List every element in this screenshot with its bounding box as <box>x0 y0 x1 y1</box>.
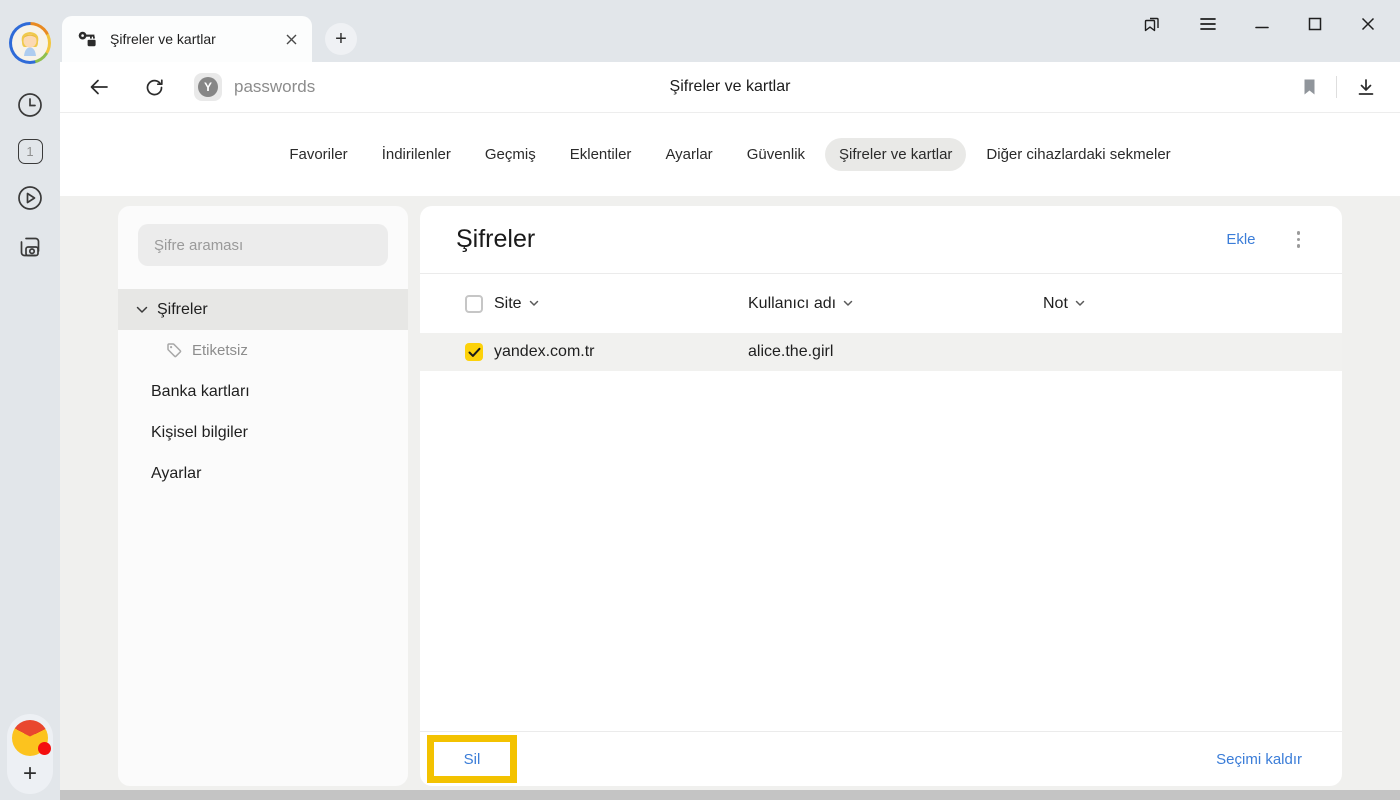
sidebar-item-etiketsiz[interactable]: Etiketsiz <box>118 330 408 371</box>
check-icon <box>468 347 481 358</box>
nav-item-indirilenler[interactable]: İndirilenler <box>368 138 465 171</box>
column-header-site[interactable]: Site <box>494 295 748 313</box>
play-media-icon[interactable] <box>15 183 45 213</box>
toolbar-divider <box>1336 76 1337 98</box>
toolbar-page-title: Şifreler ve kartlar <box>670 78 791 96</box>
sort-chevron-icon <box>843 300 853 307</box>
panel-header: Şifreler Ekle <box>420 206 1342 273</box>
passwords-sidebar: Şifreler Etiketsiz Banka kartları <box>118 206 408 786</box>
yandex-browser-logo-icon[interactable] <box>12 720 48 756</box>
sort-chevron-icon <box>1075 300 1085 307</box>
sidebar-item-label: Ayarlar <box>151 465 201 483</box>
side-rail: 1 + <box>0 0 60 800</box>
avatar-girl-icon <box>15 28 45 58</box>
panels-area: Şifreler Etiketsiz Banka kartları <box>60 196 1400 790</box>
panel-footer: Sil Seçimi kaldır <box>420 732 1342 786</box>
screenshot-camera-icon[interactable] <box>15 232 45 262</box>
rail-add-button[interactable]: + <box>23 762 37 788</box>
nav-item-diger-cihazlar[interactable]: Diğer cihazlardaki sekmeler <box>972 138 1184 171</box>
nav-item-guvenlik[interactable]: Güvenlik <box>733 138 819 171</box>
new-tab-button[interactable]: + <box>325 23 357 55</box>
panel-title: Şifreler <box>456 225 535 254</box>
back-arrow-icon[interactable] <box>88 77 110 97</box>
nav-item-ayarlar[interactable]: Ayarlar <box>651 138 726 171</box>
row-checkbox-checked[interactable] <box>465 343 483 361</box>
table-empty-space <box>420 371 1342 731</box>
history-clock-icon[interactable] <box>15 90 45 120</box>
url-text[interactable]: passwords <box>234 77 315 97</box>
tab-counter-value: 1 <box>26 144 33 159</box>
nav-item-favoriler[interactable]: Favoriler <box>275 138 361 171</box>
delete-button-highlight-annotation: Sil <box>427 735 517 783</box>
sidebar-item-label: Banka kartları <box>151 383 250 401</box>
nav-item-sifreler-ve-kartlar[interactable]: Şifreler ve kartlar <box>825 138 966 171</box>
cell-site: yandex.com.tr <box>494 343 748 361</box>
nav-item-eklentiler[interactable]: Eklentiler <box>556 138 646 171</box>
download-icon[interactable] <box>1356 77 1376 97</box>
column-header-username[interactable]: Kullanıcı adı <box>748 295 1043 313</box>
sidebar-item-banka-kartlari[interactable]: Banka kartları <box>118 371 408 412</box>
cell-username: alice.the.girl <box>748 343 1043 361</box>
reload-icon[interactable] <box>144 77 165 98</box>
menu-hamburger-icon[interactable] <box>1199 16 1217 32</box>
tab-counter-button[interactable]: 1 <box>18 139 43 164</box>
address-toolbar: Y passwords Şifreler ve kartlar <box>60 62 1400 113</box>
more-options-kebab-icon[interactable] <box>1295 229 1303 250</box>
minimize-icon[interactable] <box>1254 16 1270 32</box>
password-search-input[interactable] <box>138 224 388 266</box>
sidebar-item-ayarlar[interactable]: Ayarlar <box>118 453 408 494</box>
main-column: Şifreler ve kartlar + <box>60 0 1400 800</box>
side-panel-bookmarks-icon[interactable] <box>1142 14 1162 34</box>
column-label: Site <box>494 295 522 313</box>
sidebar-menu: Şifreler Etiketsiz Banka kartları <box>118 289 408 494</box>
sidebar-item-label: Kişisel bilgiler <box>151 424 248 442</box>
avatar-image <box>12 25 48 61</box>
clear-selection-button[interactable]: Seçimi kaldır <box>1216 751 1302 768</box>
select-all-checkbox[interactable] <box>465 295 483 313</box>
user-avatar[interactable] <box>9 22 51 64</box>
tab-strip: Şifreler ve kartlar + <box>60 0 1400 62</box>
search-container <box>138 224 388 266</box>
maximize-icon[interactable] <box>1307 16 1323 32</box>
settings-nav: Favoriler İndirilenler Geçmiş Eklentiler… <box>60 113 1400 196</box>
sidebar-item-label: Şifreler <box>157 301 208 319</box>
window-bottom-edge <box>60 790 1400 800</box>
delete-button[interactable]: Sil <box>464 751 481 768</box>
column-header-note[interactable]: Not <box>1043 295 1342 313</box>
sort-chevron-icon <box>529 300 539 307</box>
tab-title: Şifreler ve kartlar <box>110 31 283 47</box>
yandex-y-icon: Y <box>198 77 218 97</box>
close-window-icon[interactable] <box>1360 16 1376 32</box>
key-card-icon <box>77 29 97 49</box>
sidebar-item-sifreler[interactable]: Şifreler <box>118 289 408 330</box>
chevron-down-icon <box>136 306 148 314</box>
browser-window: 1 + <box>0 0 1400 800</box>
sidebar-item-label: Etiketsiz <box>192 342 248 359</box>
column-label: Kullanıcı adı <box>748 295 836 313</box>
site-favicon-badge[interactable]: Y <box>194 73 222 101</box>
bookmark-icon[interactable] <box>1302 78 1317 96</box>
browser-tab-passwords[interactable]: Şifreler ve kartlar <box>62 16 312 62</box>
window-controls <box>1142 4 1400 44</box>
tag-icon <box>166 342 183 359</box>
rail-icon-group: 1 <box>15 90 45 262</box>
rail-bottom-group: + <box>7 714 53 794</box>
tab-close-icon[interactable] <box>283 31 300 48</box>
add-password-button[interactable]: Ekle <box>1226 231 1255 248</box>
passwords-panel: Şifreler Ekle Site Kullanıcı adı <box>420 206 1342 786</box>
nav-item-gecmis[interactable]: Geçmiş <box>471 138 550 171</box>
table-header-row: Site Kullanıcı adı Not <box>420 274 1342 333</box>
column-label: Not <box>1043 295 1068 313</box>
toolbar-right-group <box>1302 76 1400 98</box>
page-content: Favoriler İndirilenler Geçmiş Eklentiler… <box>60 113 1400 800</box>
table-row[interactable]: yandex.com.tr alice.the.girl <box>420 333 1342 371</box>
sidebar-item-kisisel-bilgiler[interactable]: Kişisel bilgiler <box>118 412 408 453</box>
